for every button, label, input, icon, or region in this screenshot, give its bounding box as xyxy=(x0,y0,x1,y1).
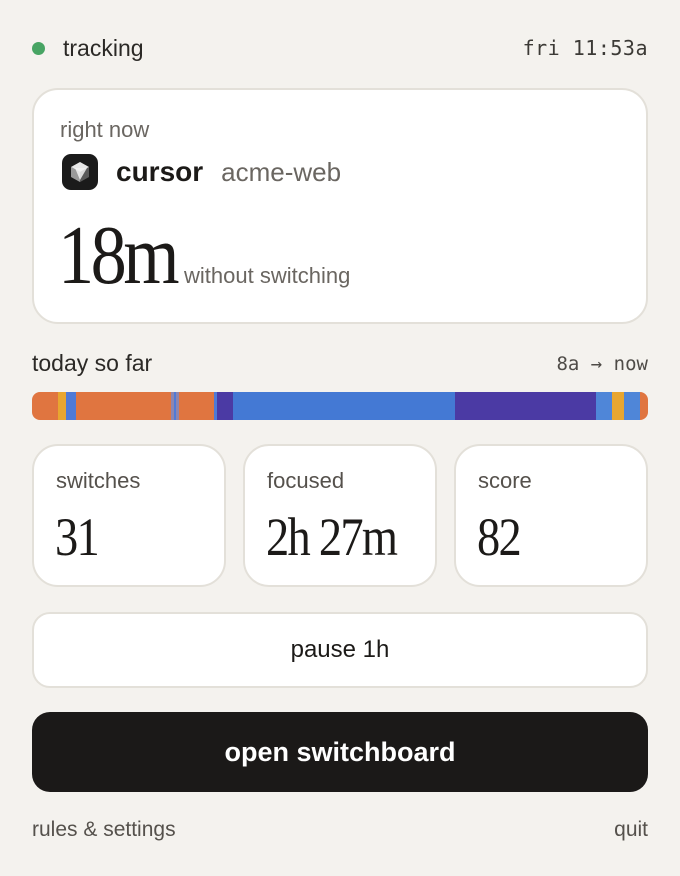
today-header: today so far 8a → now xyxy=(32,350,648,377)
pause-button[interactable]: pause 1h xyxy=(32,612,648,688)
open-switchboard-button[interactable]: open switchboard xyxy=(32,712,648,792)
activity-timeline xyxy=(32,392,648,420)
status-bar: tracking fri 11:53a xyxy=(32,32,648,64)
stat-card-score: score 82 xyxy=(454,444,648,587)
timeline-segment xyxy=(623,392,640,420)
quit-link[interactable]: quit xyxy=(614,818,648,842)
stat-label: switches xyxy=(56,468,141,493)
rules-settings-link[interactable]: rules & settings xyxy=(32,818,176,842)
app-name: cursor xyxy=(116,156,204,187)
duration-value: 18m xyxy=(58,209,180,302)
stat-label: focused xyxy=(267,468,345,493)
stat-card-switches: switches 31 xyxy=(32,444,226,587)
status-dot-icon xyxy=(32,41,45,55)
timeline-segment xyxy=(611,392,624,420)
stat-value: 31 xyxy=(55,507,100,567)
timeline-segment xyxy=(178,392,214,420)
footer: rules & settings quit xyxy=(32,818,648,842)
timeline-segment xyxy=(639,392,648,420)
tracking-status: tracking xyxy=(32,35,144,62)
timeline-segment xyxy=(595,392,612,420)
current-caption: right now xyxy=(60,117,150,142)
timeline-segment xyxy=(76,392,172,420)
stat-value: 82 xyxy=(477,507,522,567)
cursor-app-icon xyxy=(62,154,98,190)
timeline-segment xyxy=(216,392,233,420)
timeline-segment xyxy=(454,392,596,420)
stat-card-focused: focused 2h 27m xyxy=(243,444,437,587)
stat-value: 2h 27m xyxy=(266,507,398,567)
duration-note: without switching xyxy=(184,263,351,288)
timeline-segment xyxy=(32,392,59,420)
stat-label: score xyxy=(478,468,532,493)
status-label: tracking xyxy=(63,34,144,61)
timeline-segment xyxy=(58,392,67,420)
timeline-segment xyxy=(66,392,77,420)
project-name: acme-web xyxy=(221,156,342,187)
timeline-segment xyxy=(232,392,455,420)
today-label: today so far xyxy=(32,350,153,376)
clock: fri 11:53a xyxy=(522,36,648,60)
focus-duration: 18m without switching xyxy=(58,214,350,298)
time-range: 8a → now xyxy=(556,352,648,375)
current-session-card: right now cursor acme-web 18m without sw… xyxy=(32,88,648,324)
current-app: cursor acme-web xyxy=(62,154,341,190)
